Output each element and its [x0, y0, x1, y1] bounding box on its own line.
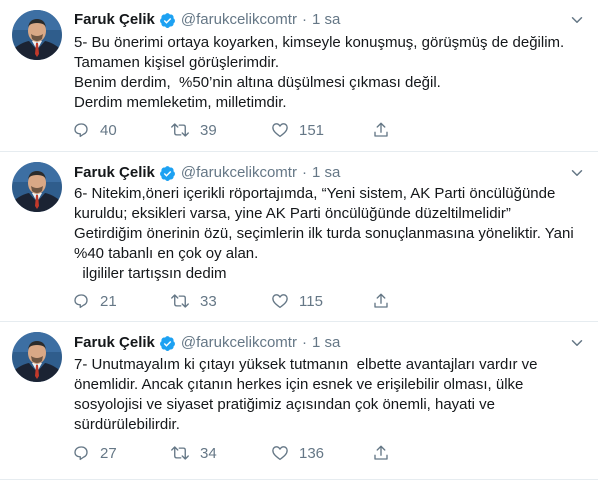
- retweet-icon: [170, 444, 190, 462]
- avatar[interactable]: [12, 332, 62, 382]
- verified-badge-icon: [159, 165, 176, 182]
- chevron-down-icon[interactable]: [568, 11, 586, 29]
- tweet-text-line: 5- Bu önerimi ortaya koyarken, kimseyle …: [74, 34, 565, 51]
- tweet-text-line: ilgililer tartışsın dedim: [74, 265, 227, 282]
- tweet-actions: 40 39 151: [72, 120, 472, 140]
- share-button[interactable]: [372, 292, 390, 310]
- author-name[interactable]: Faruk Çelik: [74, 10, 155, 30]
- reply-button[interactable]: 40: [72, 121, 117, 139]
- reply-count: 21: [100, 292, 117, 310]
- avatar[interactable]: [12, 10, 62, 60]
- tweet-header: Faruk Çelik @farukcelikcomtr · 1 sa: [74, 163, 340, 183]
- tweet-text-line: 7- Unutmayalım ki çıtayı yüksek tutmanın…: [74, 356, 538, 373]
- tweet-text-line: %40 tabanlı en çok oy alan.: [74, 245, 259, 262]
- share-button[interactable]: [372, 121, 390, 139]
- timeline: Faruk Çelik @farukcelikcomtr · 1 sa 5- B…: [0, 0, 598, 480]
- tweet-text-line: Derdim memleketim, milletimdir.: [74, 94, 287, 111]
- tweet-text-line: sosyolojisi ve siyaset pratiğimiz açısın…: [74, 396, 496, 413]
- author-handle[interactable]: @farukcelikcomtr: [181, 10, 297, 30]
- retweet-icon: [170, 121, 190, 139]
- separator-dot: ·: [301, 11, 307, 28]
- tweet-text-line: Getirdiğim önerinin özü, seçimlerin ilk …: [74, 225, 574, 242]
- share-icon: [372, 121, 390, 139]
- reply-icon: [72, 121, 90, 139]
- tweet-header: Faruk Çelik @farukcelikcomtr · 1 sa: [74, 10, 340, 30]
- tweet-text-line: 6- Nitekim,öneri içerikli röportajımda, …: [74, 185, 556, 202]
- separator-dot: ·: [301, 334, 307, 351]
- verified-badge-icon: [159, 12, 176, 29]
- author-name[interactable]: Faruk Çelik: [74, 333, 155, 353]
- tweet-actions: 27 34 136: [72, 443, 472, 463]
- reply-icon: [72, 292, 90, 310]
- tweet-text: 5- Bu önerimi ortaya koyarken, kimseyle …: [74, 33, 584, 113]
- tweet-text-line: önemlidir. Ancak çıtanın herkes için esn…: [74, 376, 524, 393]
- verified-badge-icon: [159, 335, 176, 352]
- like-count: 151: [299, 121, 325, 139]
- retweet-button[interactable]: 39: [170, 121, 217, 139]
- heart-icon: [271, 292, 289, 310]
- tweet-text-line: kuruldu; eksikleri varsa, yine AK Parti …: [74, 205, 511, 222]
- retweet-icon: [170, 292, 190, 310]
- tweet-text-line: Tamamen kişisel görüşlerimdir.: [74, 54, 280, 71]
- chevron-down-icon[interactable]: [568, 334, 586, 352]
- avatar[interactable]: [12, 162, 62, 212]
- tweet-actions: 21 33 115: [72, 291, 472, 311]
- timestamp-link[interactable]: 1 sa: [312, 333, 340, 353]
- share-icon: [372, 444, 390, 462]
- reply-button[interactable]: 21: [72, 292, 117, 310]
- heart-icon: [271, 121, 289, 139]
- retweet-button[interactable]: 34: [170, 444, 217, 462]
- share-icon: [372, 292, 390, 310]
- reply-icon: [72, 444, 90, 462]
- reply-count: 27: [100, 444, 117, 462]
- author-handle[interactable]: @farukcelikcomtr: [181, 333, 297, 353]
- like-button[interactable]: 151: [271, 121, 324, 139]
- heart-icon: [271, 444, 289, 462]
- tweet[interactable]: Faruk Çelik @farukcelikcomtr · 1 sa 7- U…: [0, 322, 598, 480]
- tweet-text: 7- Unutmayalım ki çıtayı yüksek tutmanın…: [74, 355, 584, 435]
- separator-dot: ·: [301, 164, 307, 181]
- retweet-count: 33: [200, 292, 217, 310]
- chevron-down-icon[interactable]: [568, 164, 586, 182]
- reply-button[interactable]: 27: [72, 444, 117, 462]
- tweet-text: 6- Nitekim,öneri içerikli röportajımda, …: [74, 184, 584, 284]
- retweet-count: 34: [200, 444, 217, 462]
- retweet-button[interactable]: 33: [170, 292, 217, 310]
- tweet[interactable]: Faruk Çelik @farukcelikcomtr · 1 sa 6- N…: [0, 152, 598, 322]
- retweet-count: 39: [200, 121, 217, 139]
- timestamp-link[interactable]: 1 sa: [312, 163, 340, 183]
- like-count: 115: [299, 292, 323, 310]
- author-name[interactable]: Faruk Çelik: [74, 163, 155, 183]
- like-button[interactable]: 115: [271, 292, 323, 310]
- share-button[interactable]: [372, 444, 390, 462]
- like-button[interactable]: 136: [271, 444, 324, 462]
- tweet-text-line: Benim derdim, %50’nin altına düşülmesi ç…: [74, 74, 441, 91]
- tweet-text-line: sürdürülebilirdir.: [74, 416, 180, 433]
- tweet-header: Faruk Çelik @farukcelikcomtr · 1 sa: [74, 333, 340, 353]
- reply-count: 40: [100, 121, 117, 139]
- tweet[interactable]: Faruk Çelik @farukcelikcomtr · 1 sa 5- B…: [0, 0, 598, 152]
- author-handle[interactable]: @farukcelikcomtr: [181, 163, 297, 183]
- like-count: 136: [299, 444, 325, 462]
- timestamp-link[interactable]: 1 sa: [312, 10, 340, 30]
